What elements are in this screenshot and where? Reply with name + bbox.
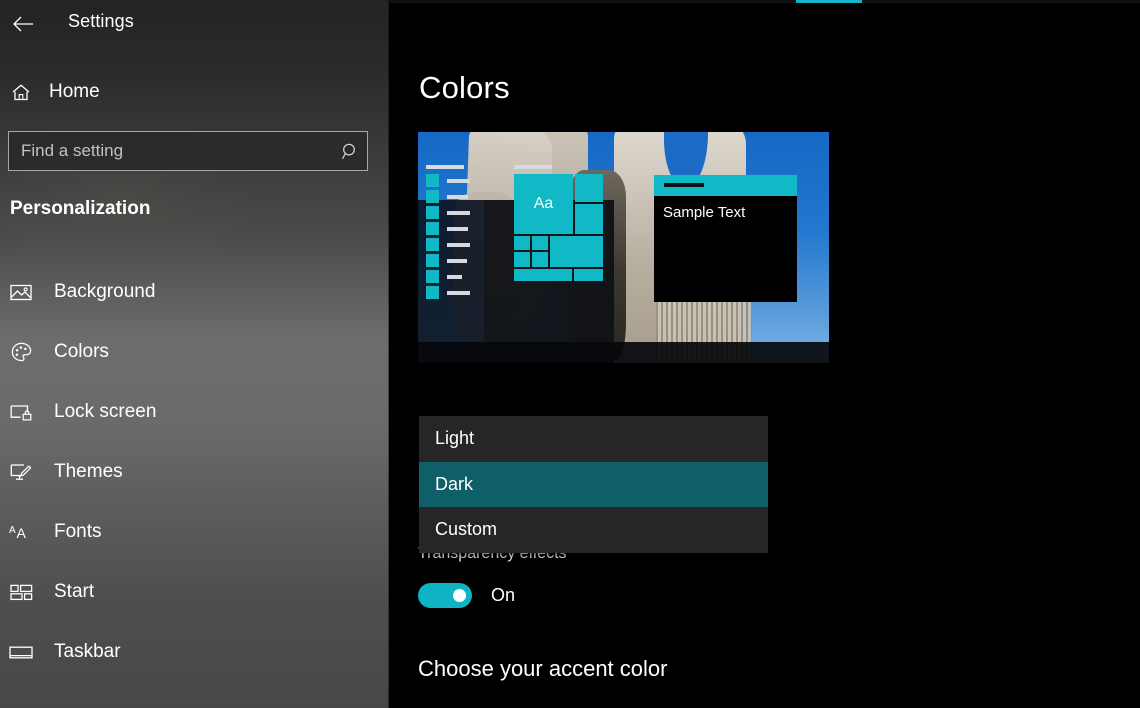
horizontal-scrollbar-thumb[interactable] (796, 0, 862, 3)
preview-taskbar (418, 342, 829, 363)
preview-app-square (426, 238, 439, 251)
sidebar-item-start[interactable]: Start (0, 562, 389, 622)
sidebar-section-title: Personalization (10, 198, 151, 219)
horizontal-scrollbar-track[interactable] (389, 0, 1140, 3)
preview-app-label-bar (447, 290, 470, 295)
transparency-effects-toggle-row[interactable]: On (418, 583, 515, 608)
sidebar-item-lock-screen[interactable]: Lock screen (0, 382, 389, 442)
preview-tile (575, 204, 603, 234)
back-button[interactable] (8, 10, 38, 38)
preview-tile (514, 269, 572, 281)
sidebar-item-home[interactable]: Home (0, 76, 389, 108)
dropdown-option-light[interactable]: Light (419, 416, 768, 462)
list-item (426, 190, 470, 203)
preview-tile (574, 269, 603, 281)
preview-app-label-bar (447, 242, 470, 247)
preview-app-list (426, 174, 470, 302)
preview-sample-text: Sample Text (663, 204, 746, 221)
preview-app-square (426, 286, 439, 299)
list-item (426, 174, 470, 187)
preview-app-square (426, 190, 439, 203)
back-arrow-icon (13, 16, 33, 32)
dropdown-option-custom[interactable]: Custom (419, 507, 768, 553)
home-label: Home (49, 81, 100, 102)
theme-preview-thumbnail: Aa Sample Text (418, 132, 829, 363)
titlebar: Settings (0, 0, 389, 48)
preview-tiles-header-bar (514, 165, 552, 169)
preview-app-square (426, 254, 439, 267)
sidebar-item-themes[interactable]: Themes (0, 442, 389, 502)
dropdown-option-dark[interactable]: Dark (419, 461, 768, 508)
sidebar-item-label: Start (54, 581, 95, 602)
search-input[interactable] (9, 140, 333, 162)
preview-tile (532, 252, 548, 267)
list-item (426, 206, 470, 219)
sidebar-item-label: Background (54, 281, 156, 302)
sidebar-item-label: Themes (54, 461, 123, 482)
toggle-knob (453, 589, 466, 602)
sidebar-nav-list: Background Colors Lock screen Themes A A… (0, 262, 389, 682)
preview-app-square (426, 270, 439, 283)
settings-sidebar: Settings Home Personalization (0, 0, 389, 708)
search-icon[interactable] (333, 132, 367, 170)
main-content: Colors Aa Sample Text Transparency effec… (389, 0, 1140, 708)
svg-text:A: A (17, 525, 27, 541)
sidebar-item-fonts[interactable]: A A Fonts (0, 502, 389, 562)
transparency-effects-toggle[interactable] (418, 583, 472, 608)
sidebar-item-label: Taskbar (54, 641, 121, 662)
preview-app-label-bar (447, 194, 468, 199)
list-item (426, 222, 470, 235)
preview-tile-aa: Aa (514, 174, 573, 234)
search-box[interactable] (8, 131, 368, 171)
preview-app-label-bar (447, 274, 462, 279)
preview-tile (550, 236, 603, 267)
list-item (426, 238, 470, 251)
svg-text:A: A (9, 525, 16, 536)
preview-tile (575, 174, 603, 202)
preview-app-label-bar (447, 178, 470, 183)
sidebar-item-label: Lock screen (54, 401, 157, 422)
sidebar-item-background[interactable]: Background (0, 262, 389, 322)
preview-applist-header-bar (426, 165, 464, 169)
preview-tile (514, 252, 530, 267)
app-title: Settings (68, 11, 134, 31)
page-title: Colors (419, 70, 510, 105)
preview-app-label-bar (447, 258, 467, 263)
preview-app-square (426, 222, 439, 235)
theme-mode-dropdown[interactable]: Light Dark Custom (419, 416, 768, 553)
taskbar-icon (8, 639, 34, 665)
sidebar-item-label: Colors (54, 341, 109, 362)
list-item (426, 254, 470, 267)
lock-screen-icon (8, 399, 34, 425)
list-item (426, 286, 470, 299)
preview-sample-window-titlebar (654, 175, 797, 196)
palette-icon (8, 339, 34, 365)
list-item (426, 270, 470, 283)
preview-tile (514, 236, 530, 250)
sidebar-item-colors[interactable]: Colors (0, 322, 389, 382)
transparency-toggle-state: On (491, 585, 516, 605)
preview-titlebar-line (664, 183, 704, 187)
start-tiles-icon (8, 579, 34, 605)
preview-app-label-bar (447, 210, 470, 215)
preview-sample-window: Sample Text (654, 175, 797, 302)
accent-color-heading: Choose your accent color (418, 656, 668, 681)
fonts-icon: A A (8, 519, 34, 545)
home-icon (9, 80, 33, 104)
preview-app-label-bar (447, 226, 468, 231)
themes-brush-icon (8, 459, 34, 485)
sidebar-item-label: Fonts (54, 521, 102, 542)
preview-app-square (426, 174, 439, 187)
sidebar-item-taskbar[interactable]: Taskbar (0, 622, 389, 682)
preview-tile (532, 236, 548, 250)
preview-app-square (426, 206, 439, 219)
picture-icon (8, 279, 34, 305)
